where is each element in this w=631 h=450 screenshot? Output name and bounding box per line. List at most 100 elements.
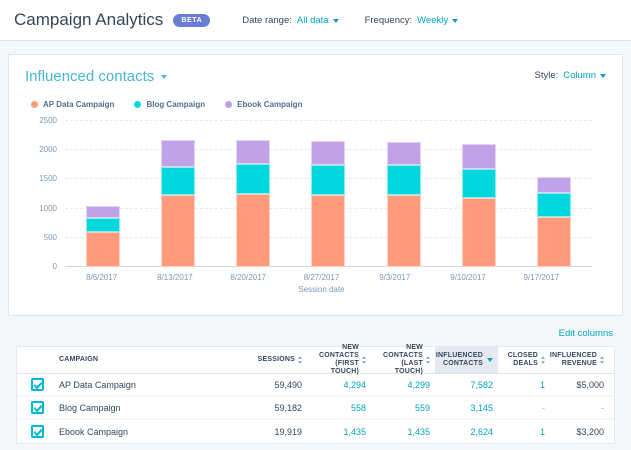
cell-influenced-revenue: $5,000: [550, 380, 614, 390]
stacked-bar-8-20-2017[interactable]: [236, 140, 270, 267]
bar-segment-blog-campaign[interactable]: [161, 167, 195, 196]
stacked-bar-8-27-2017[interactable]: [311, 141, 345, 267]
sort-up-icon: [362, 356, 366, 359]
bar-segment-blog-campaign[interactable]: [387, 165, 421, 195]
campaign-name-cell[interactable]: Blog Campaign: [57, 403, 243, 413]
bar-slot: [366, 121, 441, 267]
sort-icon: [298, 356, 302, 364]
bar-segment-blog-campaign[interactable]: [311, 165, 345, 194]
x-axis-tick-label: 9/3/2017: [358, 273, 431, 282]
sort-up-icon: [541, 356, 545, 359]
column-header-influenced-revenue[interactable]: INFLUENCEDREVENUE: [550, 347, 614, 373]
page-content: Influenced contacts Style: Column AP Dat…: [0, 41, 631, 444]
y-axis-tick-label: 2500: [39, 116, 57, 125]
table-section: Edit columns CAMPAIGNSESSIONSNEWCONTACTS…: [8, 328, 623, 444]
sort-down-icon: [426, 361, 430, 364]
x-axis-tick-label: 8/6/2017: [65, 273, 138, 282]
column-header-new-contacts-first-touch[interactable]: NEWCONTACTS(FIRST TOUCH): [307, 347, 371, 373]
cell-influenced-contacts[interactable]: 3,145: [435, 403, 498, 413]
x-axis-tick-label: 9/17/2017: [505, 273, 578, 282]
date-range-label: Date range:: [242, 15, 292, 26]
bar-slot: [441, 121, 516, 267]
column-header-new-contacts-last-touch[interactable]: NEWCONTACTS(LAST TOUCH): [371, 347, 435, 373]
style-dropdown[interactable]: Column: [563, 70, 606, 81]
frequency-label: Frequency:: [365, 15, 413, 26]
cell-new-contacts-first-touch[interactable]: 1,435: [307, 427, 371, 437]
cell-influenced-contacts[interactable]: 7,582: [435, 380, 498, 390]
bar-segment-ap-data-campaign[interactable]: [462, 198, 496, 267]
column-header-closed-deals[interactable]: CLOSEDDEALS: [498, 347, 550, 373]
frequency-value: Weekly: [417, 15, 448, 26]
bar-slot: [140, 121, 215, 267]
bar-segment-ap-data-campaign[interactable]: [311, 195, 345, 267]
campaign-name-cell[interactable]: Ebook Campaign: [57, 427, 243, 437]
cell-new-contacts-last-touch[interactable]: 559: [371, 403, 435, 413]
bar-segment-ebook-campaign[interactable]: [537, 177, 571, 194]
bar-segment-blog-campaign[interactable]: [86, 218, 120, 232]
bar-segment-ebook-campaign[interactable]: [462, 144, 496, 170]
table-header-row: CAMPAIGNSESSIONSNEWCONTACTS(FIRST TOUCH)…: [17, 347, 614, 374]
legend-dot-icon: [134, 101, 141, 108]
sort-icon: [426, 356, 430, 364]
stacked-bar-9-3-2017[interactable]: [387, 142, 421, 267]
bar-segment-ebook-campaign[interactable]: [387, 142, 421, 166]
bar-segment-ap-data-campaign[interactable]: [537, 217, 571, 267]
stacked-bar-8-6-2017[interactable]: [86, 206, 120, 267]
row-checkbox[interactable]: [31, 401, 44, 414]
bar-segment-blog-campaign[interactable]: [537, 193, 571, 217]
edit-columns-row: Edit columns: [18, 328, 613, 339]
campaign-name-cell[interactable]: AP Data Campaign: [57, 380, 243, 390]
bar-segment-ebook-campaign[interactable]: [86, 206, 120, 218]
bars-area: [65, 121, 592, 267]
column-header-campaign[interactable]: CAMPAIGN: [57, 347, 243, 373]
column-header-label: INFLUENCEDREVENUE: [550, 352, 597, 368]
cell-influenced-contacts[interactable]: 2,624: [435, 427, 498, 437]
edit-columns-link[interactable]: Edit columns: [559, 328, 613, 339]
cell-closed-deals[interactable]: 1: [498, 427, 550, 437]
select-column-header: [17, 347, 57, 373]
chart-card-header: Influenced contacts Style: Column: [25, 68, 606, 85]
cell-new-contacts-last-touch[interactable]: 4,299: [371, 380, 435, 390]
y-axis-tick-label: 2000: [39, 145, 57, 154]
bar-segment-ap-data-campaign[interactable]: [387, 195, 421, 267]
x-axis-tick-label: 8/13/2017: [138, 273, 211, 282]
chevron-down-icon: [452, 19, 458, 23]
stacked-bar-9-17-2017[interactable]: [537, 177, 571, 267]
bar-segment-ap-data-campaign[interactable]: [161, 195, 195, 267]
bar-segment-blog-campaign[interactable]: [462, 169, 496, 197]
row-checkbox[interactable]: [31, 378, 44, 391]
bar-segment-blog-campaign[interactable]: [236, 164, 270, 193]
date-range-dropdown[interactable]: All data: [297, 15, 339, 26]
bar-segment-ebook-campaign[interactable]: [236, 140, 270, 164]
column-header-sessions[interactable]: SESSIONS: [243, 347, 307, 373]
bar-segment-ebook-campaign[interactable]: [161, 140, 195, 167]
column-header-influenced-contacts[interactable]: INFLUENCEDCONTACTS: [435, 347, 498, 373]
cell-new-contacts-last-touch[interactable]: 1,435: [371, 427, 435, 437]
stacked-bar-9-10-2017[interactable]: [462, 144, 496, 267]
chart-metric-dropdown[interactable]: Influenced contacts: [25, 68, 167, 85]
row-checkbox[interactable]: [31, 425, 44, 438]
cell-closed-deals[interactable]: 1: [498, 380, 550, 390]
legend-item-ap-data-campaign[interactable]: AP Data Campaign: [31, 100, 114, 109]
legend-item-blog-campaign[interactable]: Blog Campaign: [134, 100, 205, 109]
legend-dot-icon: [31, 101, 38, 108]
bar-segment-ap-data-campaign[interactable]: [236, 194, 270, 267]
cell-new-contacts-first-touch[interactable]: 558: [307, 403, 371, 413]
frequency-dropdown[interactable]: Weekly: [417, 15, 458, 26]
y-axis-tick-label: 0: [53, 262, 57, 271]
bar-slot: [517, 121, 592, 267]
bar-segment-ebook-campaign[interactable]: [311, 141, 345, 165]
cell-closed-deals: -: [498, 403, 550, 413]
y-axis-tick-label: 1000: [39, 204, 57, 213]
beta-badge: BETA: [173, 14, 210, 27]
style-label: Style:: [534, 70, 558, 81]
frequency-filter: Frequency: Weekly: [365, 15, 459, 26]
sort-desc-icon: [487, 358, 493, 362]
chart-legend: AP Data Campaign Blog Campaign Ebook Campa…: [31, 100, 606, 109]
stacked-bar-8-13-2017[interactable]: [161, 140, 195, 267]
legend-item-ebook-campaign[interactable]: Ebook Campaign: [225, 100, 302, 109]
bar-segment-ap-data-campaign[interactable]: [86, 232, 120, 267]
column-header-label: NEWCONTACTS(LAST TOUCH): [371, 344, 423, 376]
cell-new-contacts-first-touch[interactable]: 4,294: [307, 380, 371, 390]
stacked-column-chart: 05001000150020002500 8/6/20178/13/20178/…: [25, 121, 606, 294]
